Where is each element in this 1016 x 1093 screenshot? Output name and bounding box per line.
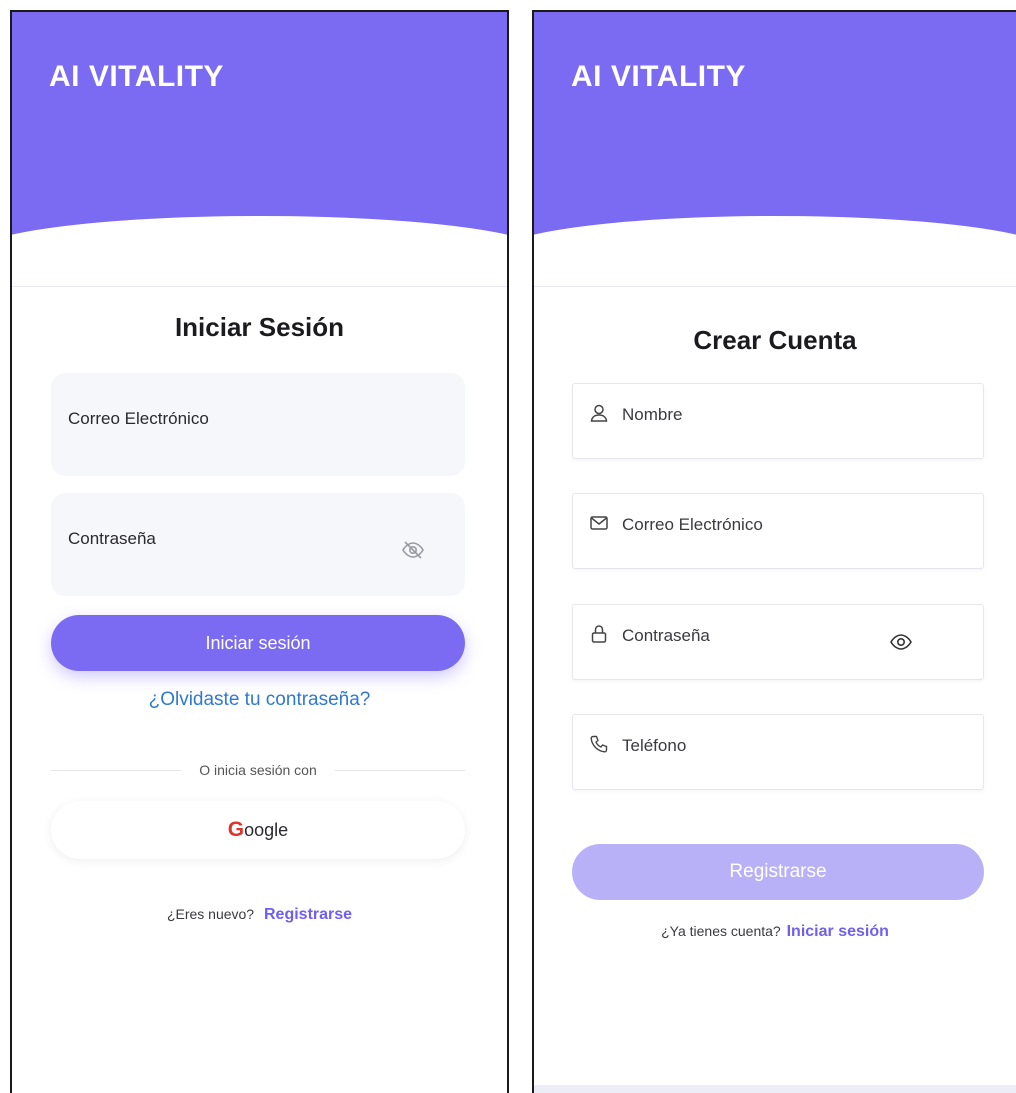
- register-screen: AI VITALITY Crear Cuenta Nombre Correo E…: [532, 10, 1016, 1093]
- email-field-label: Correo Electrónico: [68, 409, 209, 428]
- password-field[interactable]: Contraseña: [572, 604, 984, 680]
- page-title: Iniciar Sesión: [174, 312, 345, 342]
- email-field-label: Correo Electrónico: [622, 515, 763, 534]
- register-link[interactable]: Registrarse: [264, 906, 352, 923]
- password-field-label: Contraseña: [622, 626, 710, 645]
- name-field[interactable]: Nombre: [572, 383, 984, 459]
- lock-icon: [591, 625, 607, 643]
- eye-icon[interactable]: [889, 630, 913, 654]
- register-button[interactable]: Registrarse: [572, 844, 984, 900]
- register-prompt: ¿Eres nuevo? Registrarse: [12, 906, 507, 924]
- phone-field-label: Teléfono: [622, 736, 687, 755]
- login-prompt: ¿Ya tienes cuenta? Iniciar sesión: [534, 923, 1016, 941]
- phone-field[interactable]: Teléfono: [572, 714, 984, 790]
- page-title: Crear Cuenta: [693, 325, 857, 355]
- app-brand: AI VITALITY: [49, 60, 224, 93]
- header-separator: [12, 286, 507, 287]
- email-field[interactable]: Correo Electrónico: [572, 493, 984, 569]
- login-link[interactable]: Iniciar sesión: [787, 923, 889, 940]
- divider-line-right: [334, 769, 466, 771]
- header-separator: [534, 286, 1016, 287]
- forgot-password-link[interactable]: ¿Olvidaste tu contraseña?: [12, 689, 507, 711]
- phone-icon: [590, 735, 608, 753]
- password-field[interactable]: Contraseña: [51, 493, 465, 596]
- google-logo-g: G: [227, 818, 245, 841]
- login-screen: AI VITALITY Iniciar Sesión Correo Electr…: [10, 10, 509, 1093]
- bottom-band: [534, 1085, 1016, 1093]
- register-prompt-text: ¿Eres nuevo?: [166, 906, 255, 922]
- name-field-label: Nombre: [622, 405, 683, 424]
- alt-login-divider: O inicia sesión con: [51, 760, 466, 780]
- email-field[interactable]: Correo Electrónico: [51, 373, 465, 476]
- google-login-button[interactable]: Google: [51, 801, 465, 859]
- password-field-label: Contraseña: [68, 529, 156, 548]
- app-brand: AI VITALITY: [571, 60, 746, 93]
- login-prompt-text: ¿Ya tienes cuenta?: [661, 923, 781, 939]
- login-button[interactable]: Iniciar sesión: [51, 615, 465, 671]
- google-label-rest: oogle: [244, 819, 289, 840]
- user-icon: [590, 404, 608, 422]
- mail-icon: [590, 516, 608, 530]
- divider-text: O inicia sesión con: [199, 762, 317, 778]
- header-curve: [534, 216, 1016, 336]
- eye-off-icon[interactable]: [401, 538, 425, 562]
- divider-line-left: [51, 769, 182, 771]
